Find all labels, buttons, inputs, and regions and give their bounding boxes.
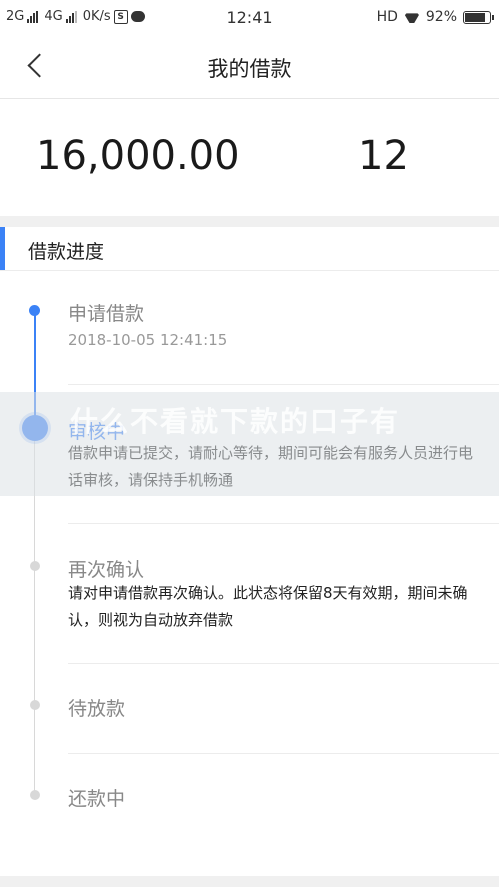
step-divider [68, 523, 499, 524]
step-divider [68, 663, 499, 664]
step-divider [68, 753, 499, 754]
step-desc-confirm: 请对申请借款再次确认。此状态将保留8天有效期，期间未确认，则视为自动放弃借款 [68, 584, 468, 629]
page-title: 我的借款 [207, 57, 292, 81]
progress-title: 借款进度 [28, 241, 105, 263]
step-title-disburse: 待放款 [68, 698, 126, 720]
step-title-apply: 申请借款 [68, 303, 145, 325]
timeline-track-active [34, 310, 36, 430]
step-divider [68, 384, 499, 385]
step-dot-current [22, 415, 48, 441]
battery-icon [463, 10, 494, 24]
wifi-icon [404, 11, 420, 23]
step-dot-completed [29, 305, 40, 316]
step-title-confirm: 再次确认 [68, 559, 145, 581]
loan-amount: 16,000.00 [36, 133, 240, 179]
step-title-repaying: 还款中 [68, 788, 126, 810]
progress-header: 借款进度 [0, 227, 499, 271]
footer-gap [0, 876, 499, 887]
step-dot-pending [30, 700, 40, 710]
step-desc-review: 借款申请已提交，请耐心等待，期间可能会有服务人员进行电话审核，请保持手机畅通 [68, 444, 474, 489]
battery-percent: 92% [425, 9, 457, 25]
section-accent-bar [0, 227, 5, 270]
section-gap [0, 216, 499, 227]
status-bar: 2G 4G 0K/s S 12:41 HD 92% [0, 0, 499, 36]
hd-label: HD [376, 9, 398, 25]
step-dot-pending [30, 561, 40, 571]
step-date-apply: 2018-10-05 12:41:15 [68, 331, 228, 349]
loan-summary: 16,000.00 12 [0, 99, 499, 215]
step-dot-pending [30, 790, 40, 800]
battery-level [465, 12, 485, 22]
nav-bar: 我的借款 [0, 36, 499, 99]
status-right: HD 92% [376, 9, 494, 25]
loan-term: 12 [358, 133, 409, 179]
